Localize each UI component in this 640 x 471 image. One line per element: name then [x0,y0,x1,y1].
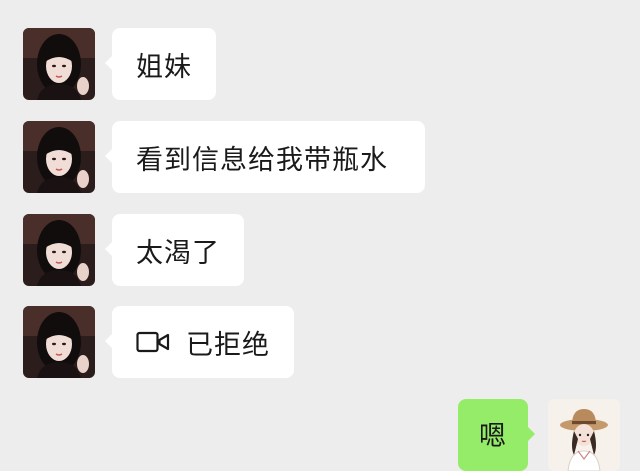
message-bubble[interactable]: 嗯 [458,399,535,471]
message-bubble[interactable]: 看到信息给我带瓶水 [105,121,425,193]
video-camera-icon [136,331,170,353]
girl-avatar-icon[interactable] [23,214,95,286]
message-text: 姐妹 [136,51,192,83]
message-text: 嗯 [479,420,507,452]
chat-area: 姐妹 看到信息给我带瓶水 太渴了 已拒绝 嗯 [0,0,640,471]
cartoon-girl-hat-avatar-icon[interactable] [548,399,620,471]
message-bubble[interactable]: 太渴了 [105,214,244,286]
girl-avatar-icon[interactable] [23,306,95,378]
message-text: 太渴了 [136,237,220,269]
message-bubble[interactable]: 姐妹 [105,28,216,100]
girl-avatar-icon[interactable] [23,121,95,193]
video-call-bubble[interactable]: 已拒绝 [105,306,294,378]
girl-avatar-icon[interactable] [23,28,95,100]
message-text: 看到信息给我带瓶水 [136,144,388,176]
call-status-text: 已拒绝 [186,329,270,361]
